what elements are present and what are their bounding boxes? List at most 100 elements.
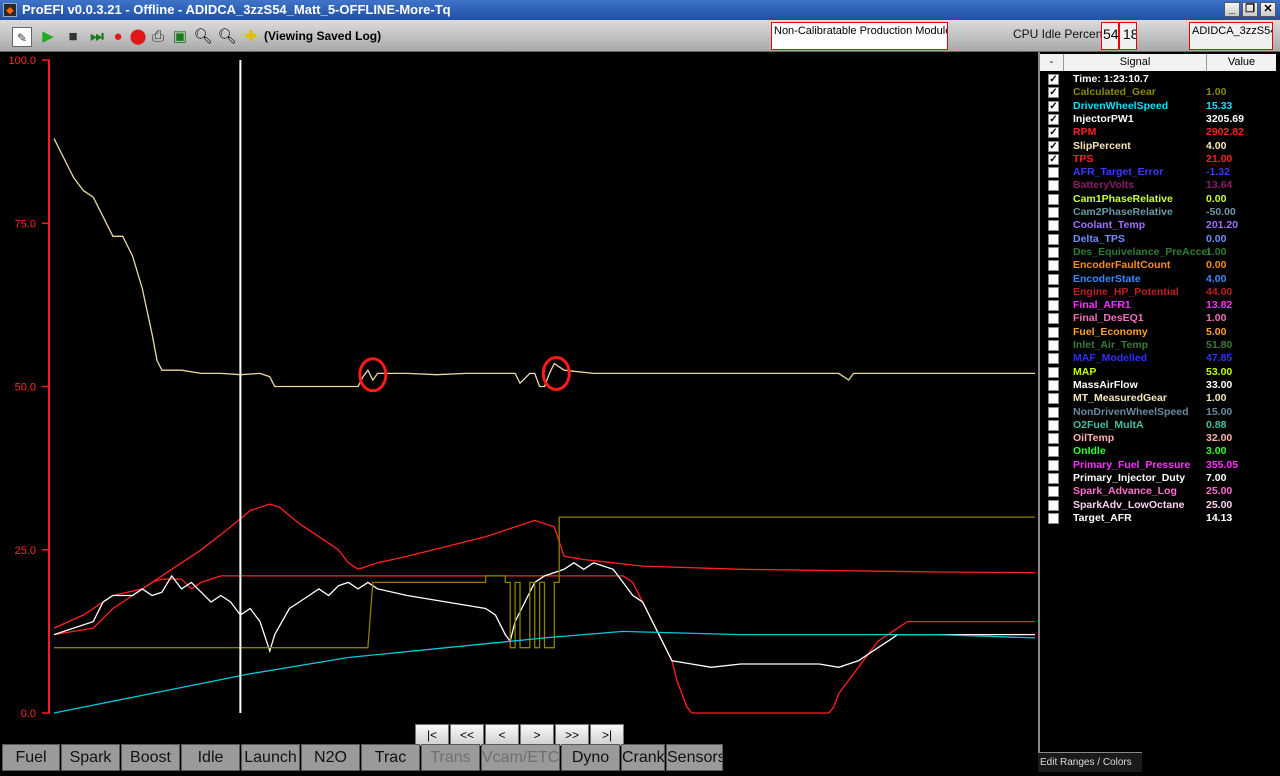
signal-checkbox[interactable] xyxy=(1048,353,1059,365)
signal-checkbox[interactable] xyxy=(1048,433,1059,445)
signal-checkbox[interactable] xyxy=(1048,233,1059,245)
nav-next-button[interactable]: > xyxy=(520,724,554,746)
col-minus[interactable]: - xyxy=(1040,54,1064,71)
signal-row[interactable]: NonDrivenWheelSpeed 15.00 xyxy=(1040,406,1276,419)
col-value[interactable]: Value xyxy=(1207,54,1276,71)
signal-checkbox[interactable] xyxy=(1048,499,1059,511)
signal-checkbox[interactable] xyxy=(1048,446,1059,458)
edit-ranges-button[interactable]: Edit Ranges / Colors xyxy=(1038,752,1142,772)
signal-row[interactable]: ✓ DrivenWheelSpeed 15.33 xyxy=(1040,100,1276,113)
tab-fuel[interactable]: Fuel xyxy=(2,744,60,771)
signal-checkbox[interactable] xyxy=(1048,273,1059,285)
signal-row[interactable]: Inlet_Air_Temp 51.80 xyxy=(1040,339,1276,352)
signal-checkbox[interactable] xyxy=(1048,260,1059,272)
signal-row[interactable]: MAF_Modelled 47.85 xyxy=(1040,352,1276,365)
signal-row[interactable]: ✓ SlipPercent 4.00 xyxy=(1040,140,1276,153)
tab-dyno[interactable]: Dyno xyxy=(561,744,620,771)
stop-record-icon[interactable]: ⬤ xyxy=(128,27,148,47)
restore-button[interactable]: ❐ xyxy=(1242,2,1258,17)
log-graph[interactable]: 100.0 75.0 50.0 25.0 0.0 xyxy=(0,52,1038,722)
signal-row[interactable]: AFR_Target_Error -1.32 xyxy=(1040,166,1276,179)
signal-checkbox[interactable] xyxy=(1048,366,1059,378)
tab-trac[interactable]: Trac xyxy=(361,744,420,771)
tab-trans[interactable]: Trans xyxy=(421,744,480,771)
zoom-in-icon[interactable]: 🔍︎ xyxy=(193,27,213,47)
tab-idle[interactable]: Idle xyxy=(181,744,240,771)
play-icon[interactable]: ▶ xyxy=(38,27,58,47)
signal-checkbox[interactable] xyxy=(1048,220,1059,232)
signal-row[interactable]: Target_AFR 14.13 xyxy=(1040,512,1276,525)
signal-row[interactable]: Fuel_Economy 5.00 xyxy=(1040,326,1276,339)
tab-n2o[interactable]: N2O xyxy=(301,744,360,771)
signal-checkbox[interactable] xyxy=(1048,167,1059,179)
signal-row[interactable]: O2Fuel_MultA 0.88 xyxy=(1040,419,1276,432)
signal-row[interactable]: EncoderFaultCount 0.00 xyxy=(1040,259,1276,272)
signal-row[interactable]: Primary_Fuel_Pressure 355.05 xyxy=(1040,459,1276,472)
close-button[interactable]: ✕ xyxy=(1260,2,1276,17)
signal-row[interactable]: Engine_HP_Potential 44.00 xyxy=(1040,286,1276,299)
signal-row[interactable]: Cam1PhaseRelative 0.00 xyxy=(1040,193,1276,206)
signal-checkbox[interactable]: ✓ xyxy=(1048,100,1059,112)
signal-checkbox[interactable] xyxy=(1048,459,1059,471)
signal-row[interactable]: ✓ Time: 1:23:10.7 xyxy=(1040,73,1276,86)
signal-row[interactable]: Spark_Advance_Log 25.00 xyxy=(1040,485,1276,498)
signal-checkbox[interactable] xyxy=(1048,180,1059,192)
nav-prev-button[interactable]: < xyxy=(485,724,519,746)
signal-row[interactable]: Cam2PhaseRelative -50.00 xyxy=(1040,206,1276,219)
print-icon[interactable]: ⎙ xyxy=(148,27,168,47)
tab-vcam-etc[interactable]: Vcam/ETC xyxy=(481,744,560,771)
tab-boost[interactable]: Boost xyxy=(121,744,180,771)
signal-row[interactable]: Final_DesEQ1 1.00 xyxy=(1040,312,1276,325)
signal-row[interactable]: SparkAdv_LowOctane 25.00 xyxy=(1040,499,1276,512)
signal-checkbox[interactable] xyxy=(1048,393,1059,405)
nav-first-button[interactable]: |< xyxy=(415,724,449,746)
signal-row[interactable]: MAP 53.00 xyxy=(1040,366,1276,379)
signal-row[interactable]: BatteryVolts 13.64 xyxy=(1040,179,1276,192)
signal-checkbox[interactable] xyxy=(1048,286,1059,298)
signal-checkbox[interactable] xyxy=(1048,486,1059,498)
edit-icon[interactable]: ✎ xyxy=(12,27,32,47)
marker-icon[interactable]: ✚ xyxy=(241,27,261,47)
signal-checkbox[interactable] xyxy=(1048,300,1059,312)
signal-checkbox[interactable] xyxy=(1048,512,1059,524)
chart-svg[interactable]: 100.0 75.0 50.0 25.0 0.0 xyxy=(0,52,1038,722)
signal-checkbox[interactable] xyxy=(1048,419,1059,431)
signal-checkbox[interactable] xyxy=(1048,193,1059,205)
signal-checkbox[interactable] xyxy=(1048,207,1059,218)
signal-row[interactable]: OilTemp 32.00 xyxy=(1040,432,1276,445)
signal-row[interactable]: MassAirFlow 33.00 xyxy=(1040,379,1276,392)
signal-checkbox[interactable] xyxy=(1048,326,1059,338)
signal-checkbox[interactable] xyxy=(1048,473,1059,484)
signal-checkbox[interactable]: ✓ xyxy=(1048,87,1059,99)
signal-row[interactable]: Des_Equivelance_PreAccel 1.00 xyxy=(1040,246,1276,259)
record-icon[interactable]: ● xyxy=(108,27,128,47)
signal-row[interactable]: Final_AFR1 13.82 xyxy=(1040,299,1276,312)
signal-checkbox[interactable]: ✓ xyxy=(1048,140,1059,152)
nav-forward-button[interactable]: >> xyxy=(555,724,589,746)
signal-row[interactable]: ✓ Calculated_Gear 1.00 xyxy=(1040,86,1276,99)
signal-checkbox[interactable]: ✓ xyxy=(1048,74,1059,85)
step-icon[interactable]: ⏭ xyxy=(87,27,107,47)
signal-checkbox[interactable]: ✓ xyxy=(1048,153,1059,165)
col-signal[interactable]: Signal xyxy=(1064,54,1207,71)
signal-checkbox[interactable] xyxy=(1048,406,1059,418)
signal-row[interactable]: ✓ RPM 2902.82 xyxy=(1040,126,1276,139)
zoom-out-icon[interactable]: 🔍︎ xyxy=(217,27,237,47)
minimize-button[interactable]: _ xyxy=(1224,2,1240,17)
signal-checkbox[interactable] xyxy=(1048,246,1059,258)
signal-row[interactable]: Delta_TPS 0.00 xyxy=(1040,233,1276,246)
signal-row[interactable]: Primary_Injector_Duty 7.00 xyxy=(1040,472,1276,485)
signal-row[interactable]: EncoderState 4.00 xyxy=(1040,273,1276,286)
tab-sensors[interactable]: Sensors xyxy=(666,744,723,771)
signal-checkbox[interactable]: ✓ xyxy=(1048,113,1059,125)
tab-spark[interactable]: Spark xyxy=(61,744,120,771)
nav-rewind-button[interactable]: << xyxy=(450,724,484,746)
signal-row[interactable]: ✓ TPS 21.00 xyxy=(1040,153,1276,166)
signal-checkbox[interactable] xyxy=(1048,379,1059,391)
signal-row[interactable]: Coolant_Temp 201.20 xyxy=(1040,219,1276,232)
signal-row[interactable]: OnIdle 3.00 xyxy=(1040,445,1276,458)
nav-last-button[interactable]: >| xyxy=(590,724,624,746)
monitor-icon[interactable]: ▣ xyxy=(170,27,190,47)
tab-launch[interactable]: Launch xyxy=(241,744,300,771)
signal-checkbox[interactable] xyxy=(1048,313,1059,325)
